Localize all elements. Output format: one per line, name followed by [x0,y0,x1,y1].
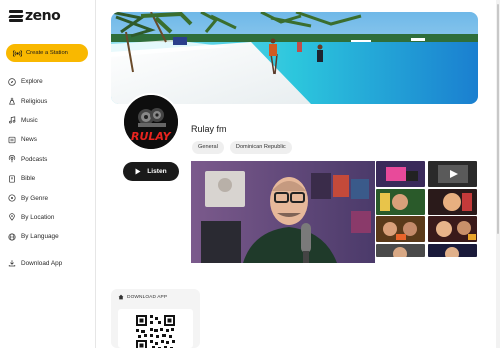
brand-name: zeno [25,8,61,24]
sidebar-item-label: Explore [21,78,43,86]
create-station-button[interactable]: Create a Station [6,44,88,62]
play-icon [135,168,141,175]
sidebar-item-by-genre[interactable]: By Genre [8,188,62,207]
download-app-label: Download App [21,259,63,267]
sidebar-item-label: By Language [21,233,59,241]
sidebar-item-label: News [21,136,37,144]
sidebar-item-by-location[interactable]: By Location [8,208,62,227]
create-station-label: Create a Station [26,50,68,56]
video-thumbnail[interactable] [428,161,477,187]
video-thumbnail[interactable] [428,243,477,257]
sidebar-item-label: Podcasts [21,155,48,163]
sidebar-item-download-app[interactable]: Download App [8,254,62,273]
download-icon [8,260,16,267]
sidebar-item-explore[interactable]: Explore [8,72,62,91]
compass-icon [8,77,16,86]
video-ad-main[interactable] [191,161,375,263]
page-scrollbar[interactable] [496,0,500,348]
news-icon [8,136,16,144]
listen-button[interactable]: Listen [123,162,179,181]
sidebar-item-label: Religious [21,97,48,105]
video-thumbnail[interactable] [376,243,425,257]
sidebar-item-label: By Location [21,213,55,221]
video-thumbnail[interactable] [376,216,425,242]
video-thumbnail[interactable] [428,188,477,215]
listen-label: Listen [147,168,167,175]
video-thumbnail[interactable] [376,188,425,215]
station-banner-image [111,12,478,104]
sidebar-item-by-language[interactable]: By Language [8,227,62,246]
station-name: Rulay fm [191,124,227,134]
sidebar-item-music[interactable]: Music [8,111,62,130]
book-icon [9,175,15,183]
video-thumbnails [376,161,478,263]
genre-icon [8,194,16,202]
tag-country[interactable]: Dominican Republic [229,141,292,154]
sidebar-item-label: Bible [21,175,36,183]
zeno-logo[interactable]: zeno [8,8,61,24]
sidebar-item-label: By Genre [21,194,48,202]
sidebar-item-religious[interactable]: Religious [8,91,62,110]
video-thumbnail[interactable] [428,216,477,242]
location-pin-icon [9,213,15,222]
broadcast-icon [13,49,22,57]
download-app-title: DOWNLOAD APP [127,294,168,300]
music-note-icon [9,116,16,124]
religious-icon [9,97,15,105]
sidebar: zeno Create a Station Explore Religious … [0,0,96,348]
podcast-icon [8,155,16,163]
qr-code[interactable] [118,309,193,348]
sidebar-item-label: Music [21,116,38,124]
download-app-header: DOWNLOAD APP [118,294,167,300]
globe-icon [8,233,16,241]
home-icon [118,294,124,300]
sidebar-item-bible[interactable]: Bible [8,169,62,188]
sidebar-item-podcasts[interactable]: Podcasts [8,150,62,169]
tag-genre[interactable]: General [192,141,224,154]
zeno-logo-icon [8,10,24,22]
station-logo-wordmark: RULAY [131,130,172,143]
video-thumbnail[interactable] [376,161,425,187]
station-logo: RULAY [122,93,180,151]
sidebar-item-news[interactable]: News [8,130,62,149]
scrollbar-thumb[interactable] [497,4,499,234]
sidebar-nav: Explore Religious Music News Podcasts Bi… [8,72,62,273]
station-tags: General Dominican Republic [192,141,292,154]
download-app-card: DOWNLOAD APP [111,289,200,348]
